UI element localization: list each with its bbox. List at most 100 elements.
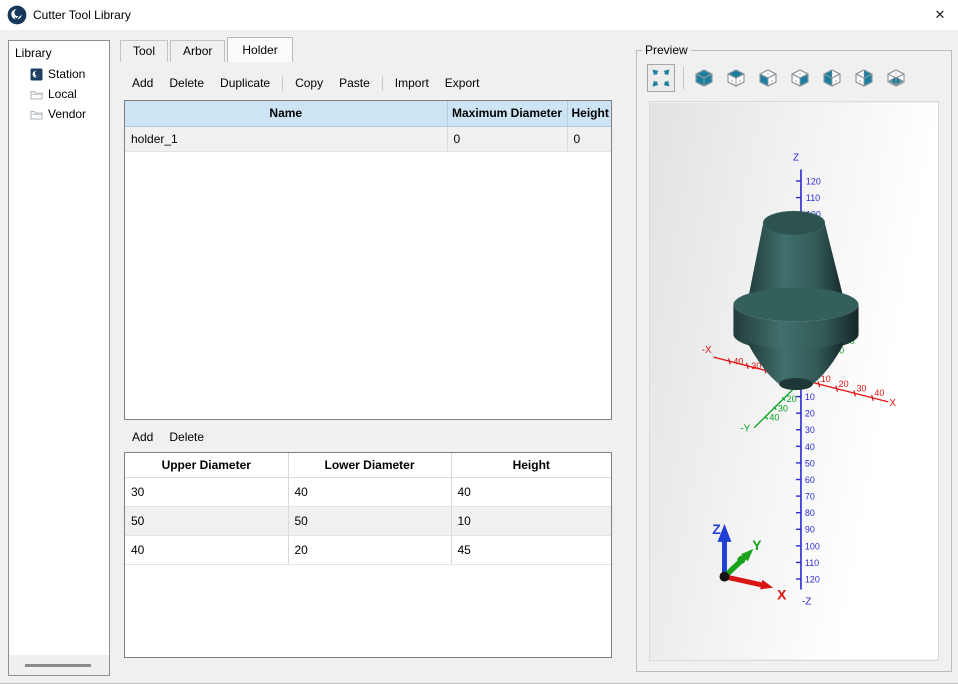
- import-button[interactable]: Import: [387, 73, 437, 93]
- table-row[interactable]: 304040: [125, 477, 611, 506]
- table-cell[interactable]: 20: [288, 535, 451, 564]
- duplicate-button[interactable]: Duplicate: [212, 73, 278, 93]
- close-button[interactable]: ✕: [931, 6, 949, 24]
- axis-label: 40: [874, 388, 884, 398]
- cutter-tool-library-window: Cutter Tool Library ✕ Library Station Loc…: [0, 0, 958, 684]
- view-cube-icon: [788, 66, 812, 90]
- holder-table: NameMaximum DiameterHeight holder_100: [124, 100, 612, 420]
- tab-tool[interactable]: Tool: [120, 40, 168, 62]
- sidebar-hscrollbar-thumb[interactable]: [25, 664, 91, 667]
- column-header-lower-diameter[interactable]: Lower Diameter: [288, 453, 451, 477]
- axis-label: 20: [839, 379, 849, 389]
- column-header-height[interactable]: Height: [451, 453, 611, 477]
- axis-label: 20: [805, 409, 815, 419]
- paste-button[interactable]: Paste: [331, 73, 378, 93]
- table-cell[interactable]: 0: [567, 126, 611, 151]
- table-cell[interactable]: 10: [451, 506, 611, 535]
- axis-label: 40: [805, 442, 815, 452]
- top-view-button[interactable]: [723, 65, 749, 91]
- library-panel: Library Station Local Vendor: [8, 40, 110, 676]
- add-button[interactable]: Add: [124, 73, 161, 93]
- table-cell[interactable]: 40: [288, 477, 451, 506]
- table-cell[interactable]: 40: [451, 477, 611, 506]
- toolbar-separator: [382, 76, 383, 91]
- iso-view-button[interactable]: [691, 65, 717, 91]
- tree-item-vendor[interactable]: Vendor: [9, 104, 109, 124]
- view-cube-icon: [692, 66, 716, 90]
- axis-label: Y: [752, 537, 762, 553]
- table-cell[interactable]: 30: [125, 477, 288, 506]
- axis-label: 90: [805, 525, 815, 535]
- tree-item-local[interactable]: Local: [9, 84, 109, 104]
- axis-label: X: [889, 398, 896, 409]
- preview-panel: Preview 10011012010203040506070809010011…: [636, 50, 952, 672]
- station-icon: [30, 68, 43, 81]
- add-button[interactable]: Add: [124, 427, 161, 447]
- tree-item-label: Station: [48, 67, 85, 81]
- axis-label: Z: [793, 153, 799, 164]
- axis-label: 40: [733, 356, 743, 366]
- axis-label: 80: [805, 508, 815, 518]
- axis-label: 110: [806, 193, 820, 203]
- axis-label: -X: [702, 345, 712, 356]
- sidebar-hscrollbar: [9, 655, 109, 675]
- table-row[interactable]: 402045: [125, 535, 611, 564]
- toolbar-separator: [683, 67, 684, 89]
- axis-label: X: [777, 586, 787, 602]
- axis-label: 30: [857, 383, 867, 393]
- table-cell[interactable]: 0: [447, 126, 567, 151]
- view-cube-icon: [756, 66, 780, 90]
- axis-label: -Z: [802, 596, 811, 607]
- folder-icon: [30, 108, 43, 121]
- axis-label: 30: [805, 425, 815, 435]
- copy-button[interactable]: Copy: [287, 73, 331, 93]
- bottom-view-button[interactable]: [883, 65, 909, 91]
- axis-label: 50: [805, 458, 815, 468]
- axis-label: 20: [787, 394, 797, 404]
- front-view-button[interactable]: [755, 65, 781, 91]
- axis-label: Z: [712, 521, 721, 537]
- axis-label: 60: [805, 475, 815, 485]
- axis-label: 120: [805, 575, 820, 585]
- table-cell[interactable]: 40: [125, 535, 288, 564]
- view-cube-icon: [724, 66, 748, 90]
- preview-viewport[interactable]: 1001101201020304050607080901001101201020…: [649, 101, 939, 661]
- library-tree: Station Local Vendor: [9, 64, 109, 124]
- delete-button[interactable]: Delete: [161, 73, 212, 93]
- tree-item-label: Vendor: [48, 107, 86, 121]
- table-cell[interactable]: holder_1: [125, 126, 447, 151]
- segment-toolbar: AddDelete: [124, 426, 612, 448]
- table-cell[interactable]: 45: [451, 535, 611, 564]
- axis-label: 110: [805, 558, 819, 568]
- left-view-button[interactable]: [819, 65, 845, 91]
- tab-bar: ToolArborHolder: [120, 38, 295, 62]
- view-toolbar: [647, 63, 915, 93]
- export-button[interactable]: Export: [437, 73, 488, 93]
- delete-button[interactable]: Delete: [161, 427, 212, 447]
- tab-arbor[interactable]: Arbor: [170, 40, 225, 62]
- folder-icon: [30, 88, 43, 101]
- column-header-upper-diameter[interactable]: Upper Diameter: [125, 453, 288, 477]
- axis-label: -Y: [740, 424, 750, 435]
- tab-holder[interactable]: Holder: [227, 37, 292, 62]
- app-logo-icon: [7, 5, 27, 25]
- holder-toolbar: AddDeleteDuplicate CopyPaste ImportExport: [124, 72, 612, 94]
- right-view-button[interactable]: [787, 65, 813, 91]
- table-cell[interactable]: 50: [125, 506, 288, 535]
- column-header-height[interactable]: Height: [567, 101, 611, 126]
- fit-view-button[interactable]: [647, 64, 675, 92]
- table-row[interactable]: holder_100: [125, 126, 611, 151]
- axis-label: 40: [769, 413, 779, 423]
- column-header-maximum-diameter[interactable]: Maximum Diameter: [447, 101, 567, 126]
- column-header-name[interactable]: Name: [125, 101, 447, 126]
- table-row[interactable]: 505010: [125, 506, 611, 535]
- window-title: Cutter Tool Library: [33, 8, 131, 22]
- back-view-button[interactable]: [851, 65, 877, 91]
- table-cell[interactable]: 50: [288, 506, 451, 535]
- toolbar-separator: [282, 76, 283, 91]
- axis-label: 10: [821, 374, 831, 384]
- tree-item-station[interactable]: Station: [9, 64, 109, 84]
- library-header: Library: [9, 41, 109, 64]
- preview-panel-title: Preview: [642, 43, 691, 57]
- view-cube-icon: [852, 66, 876, 90]
